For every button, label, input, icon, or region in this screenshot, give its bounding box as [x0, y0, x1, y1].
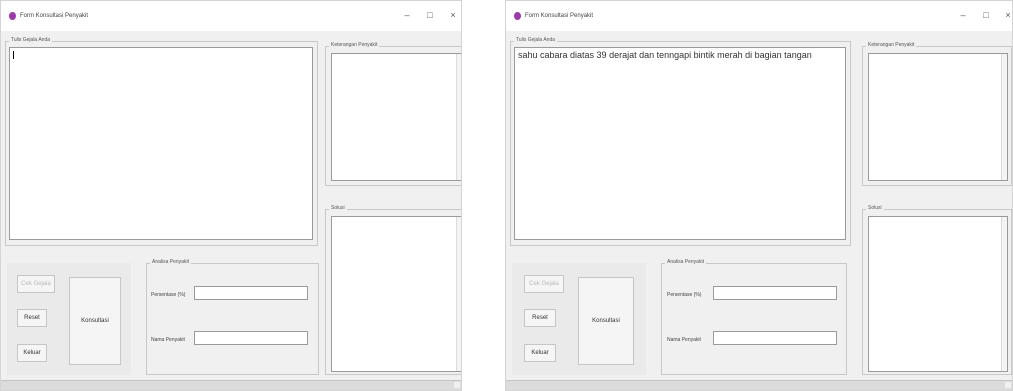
solution-label: Solusi: [866, 205, 884, 211]
vertical-scrollbar[interactable]: [456, 54, 461, 180]
app-icon: [514, 12, 521, 20]
symptom-text: sahu cabara diatas 39 derajat dan tennga…: [518, 50, 812, 60]
close-icon[interactable]: ×: [1002, 10, 1012, 20]
vertical-scrollbar[interactable]: [1001, 54, 1007, 180]
vertical-scrollbar[interactable]: [456, 217, 461, 371]
app-icon: [9, 12, 16, 20]
minimize-icon[interactable]: –: [401, 10, 413, 20]
percentage-label: Persentase (%): [151, 292, 186, 298]
symptom-input-label: Tulis Gejala Anda: [514, 37, 558, 43]
scroll-arrow-icon[interactable]: [454, 382, 460, 388]
disease-name-label: Nama Penyakit: [151, 337, 185, 343]
percentage-field[interactable]: [713, 286, 837, 300]
disease-info-frame: Keterangan Penyakit: [862, 42, 1012, 186]
title-bar[interactable]: Form Konsultasi Penyakit – □ ×: [1, 1, 461, 31]
percentage-label: Persentase (%): [667, 292, 702, 298]
title-bar[interactable]: Form Konsultasi Penyakit – □ ×: [506, 1, 1012, 31]
analysis-label: Analisa Penyakit: [150, 259, 191, 265]
vertical-scrollbar[interactable]: [1001, 217, 1007, 371]
maximize-icon[interactable]: □: [424, 10, 436, 20]
disease-info-label: Keterangan Penyakit: [329, 42, 380, 48]
symptom-textarea[interactable]: [9, 47, 313, 240]
scroll-arrow-icon[interactable]: [1005, 382, 1011, 388]
horizontal-scrollbar[interactable]: [506, 380, 1012, 390]
disease-name-label: Nama Penyakit: [667, 337, 701, 343]
maximize-icon[interactable]: □: [980, 10, 992, 20]
analysis-frame: Analisa Penyakit: [146, 259, 319, 375]
check-symptom-button[interactable]: Cek Gejala: [524, 275, 564, 293]
horizontal-scrollbar[interactable]: [1, 380, 461, 390]
analysis-label: Analisa Penyakit: [665, 259, 706, 265]
text-caret: [13, 51, 14, 59]
disease-info-box[interactable]: [868, 53, 1008, 181]
consultation-window-filled: Form Konsultasi Penyakit – □ × Tulis Gej…: [505, 0, 1013, 391]
solution-frame: Solusi: [325, 205, 461, 375]
window-title: Form Konsultasi Penyakit: [525, 13, 594, 19]
reset-button[interactable]: Reset: [17, 309, 47, 327]
percentage-field[interactable]: [194, 286, 308, 300]
symptom-input-label: Tulis Gejala Anda: [9, 37, 53, 43]
solution-label: Solusi: [329, 205, 347, 211]
solution-box[interactable]: [331, 216, 461, 372]
solution-box[interactable]: [868, 216, 1008, 372]
disease-info-box[interactable]: [331, 53, 461, 181]
minimize-icon[interactable]: –: [957, 10, 969, 20]
consult-button[interactable]: Konsultasi: [69, 277, 121, 365]
disease-info-frame: Keterangan Penyakit: [325, 42, 461, 186]
consultation-window-empty: Form Konsultasi Penyakit – □ × Tulis Gej…: [0, 0, 462, 391]
disease-name-field[interactable]: [713, 331, 837, 345]
consult-button[interactable]: Konsultasi: [578, 277, 634, 365]
analysis-frame: Analisa Penyakit: [661, 259, 847, 375]
disease-name-field[interactable]: [194, 331, 308, 345]
exit-button[interactable]: Keluar: [524, 344, 556, 362]
check-symptom-button[interactable]: Cek Gejala: [17, 275, 55, 293]
close-icon[interactable]: ×: [447, 10, 459, 20]
symptom-input-frame: Tulis Gejala Anda: [5, 37, 318, 246]
solution-frame: Solusi: [862, 205, 1012, 375]
disease-info-label: Keterangan Penyakit: [866, 42, 917, 48]
symptom-input-frame: Tulis Gejala Anda sahu cabara diatas 39 …: [510, 37, 851, 246]
window-title: Form Konsultasi Penyakit: [20, 13, 89, 19]
reset-button[interactable]: Reset: [524, 309, 556, 327]
exit-button[interactable]: Keluar: [17, 344, 47, 362]
symptom-textarea[interactable]: sahu cabara diatas 39 derajat dan tennga…: [514, 47, 846, 240]
